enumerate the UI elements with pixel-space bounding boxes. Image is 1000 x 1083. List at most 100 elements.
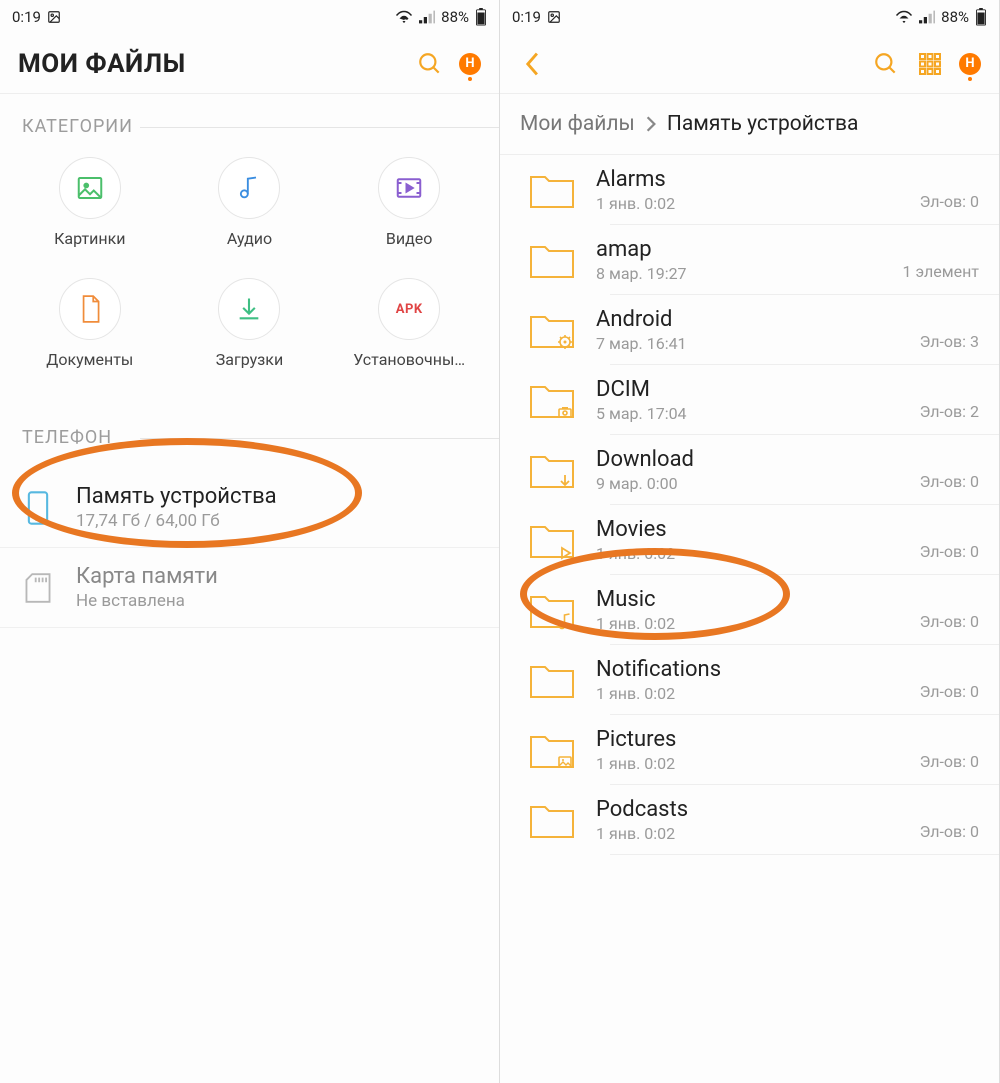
category-video[interactable]: Видео (329, 157, 489, 248)
folder-list[interactable]: Alarms1 янв. 0:02Эл-ов: 0amap8 мар. 19:2… (500, 155, 999, 1083)
category-images[interactable]: Картинки (10, 157, 170, 248)
category-apk[interactable]: APK Установочны… (329, 278, 489, 369)
status-time: 0:19 (512, 8, 541, 26)
category-label: Установочны… (353, 350, 465, 369)
breadcrumb[interactable]: Мои файлы Память устройства (500, 94, 999, 155)
search-button[interactable] (871, 49, 901, 79)
folder-icon (528, 518, 576, 562)
storage-sub: 17,74 Гб / 64,00 Гб (76, 511, 277, 531)
folder-date: 8 мар. 19:27 (596, 264, 883, 283)
folder-icon (528, 378, 576, 422)
audio-icon (235, 174, 263, 202)
folder-count: Эл-ов: 0 (920, 450, 979, 491)
folder-row[interactable]: Movies1 янв. 0:02Эл-ов: 0 (500, 505, 999, 575)
back-button[interactable] (518, 49, 548, 79)
wifi-icon (895, 10, 913, 24)
signal-icon (919, 10, 935, 24)
sd-card-icon (25, 573, 51, 603)
category-downloads[interactable]: Загрузки (170, 278, 330, 369)
picture-indicator-icon (47, 10, 61, 24)
folder-count: Эл-ов: 0 (920, 170, 979, 211)
folder-name: DCIM (596, 377, 900, 402)
folder-date: 1 янв. 0:02 (596, 614, 900, 633)
status-time: 0:19 (12, 8, 41, 26)
folder-date: 1 янв. 0:02 (596, 194, 900, 213)
folder-date: 9 мар. 0:00 (596, 474, 900, 493)
folder-name: Download (596, 447, 900, 472)
folder-name: amap (596, 237, 883, 262)
storage-title: Память устройства (76, 484, 277, 509)
breadcrumb-current: Память устройства (667, 112, 859, 136)
app-title: МОИ ФАЙЛЫ (18, 49, 401, 79)
folder-count: Эл-ов: 3 (920, 310, 979, 351)
status-bar: 0:19 88% (0, 0, 499, 34)
folder-row[interactable]: Alarms1 янв. 0:02Эл-ов: 0 (500, 155, 999, 225)
folder-row[interactable]: Pictures1 янв. 0:02Эл-ов: 0 (500, 715, 999, 785)
battery-icon (975, 8, 987, 26)
categories-grid: Картинки Аудио Видео Документы Загрузки … (0, 157, 499, 399)
folder-count: Эл-ов: 0 (920, 730, 979, 771)
folder-date: 7 мар. 16:41 (596, 334, 900, 353)
folder-date: 1 янв. 0:02 (596, 824, 900, 843)
category-label: Документы (46, 350, 133, 369)
folder-icon (528, 448, 576, 492)
folder-row[interactable]: Notifications1 янв. 0:02Эл-ов: 0 (500, 645, 999, 715)
screen-left: 0:19 88% МОИ ФАЙЛЫ H КАТЕГОРИИ Картинки … (0, 0, 500, 1083)
folder-name: Android (596, 307, 900, 332)
category-label: Аудио (227, 229, 272, 248)
category-audio[interactable]: Аудио (170, 157, 330, 248)
folder-icon (528, 308, 576, 352)
folder-count: Эл-ов: 2 (920, 380, 979, 421)
profile-badge[interactable]: H (459, 53, 481, 75)
folder-row[interactable]: Podcasts 1 янв. 0:02 Эл-ов: 0 (500, 785, 999, 855)
document-icon (77, 294, 103, 324)
category-documents[interactable]: Документы (10, 278, 170, 369)
signal-icon (419, 10, 435, 24)
image-icon (75, 173, 105, 203)
storage-title: Карта памяти (76, 564, 218, 589)
folder-icon (528, 728, 576, 772)
folder-date: 1 янв. 0:02 (596, 684, 900, 703)
battery-percent: 88% (441, 8, 469, 26)
folder-icon (528, 238, 576, 282)
app-header: МОИ ФАЙЛЫ H (0, 34, 499, 94)
storage-sd-card[interactable]: Карта памяти Не вставлена (0, 548, 499, 628)
category-label: Картинки (54, 229, 125, 248)
apk-icon: APK (396, 302, 423, 317)
folder-row[interactable]: amap 8 мар. 19:27 1 элемент (500, 225, 999, 295)
grid-view-button[interactable] (915, 49, 945, 79)
grid-icon (918, 52, 942, 76)
folder-name: Movies (596, 517, 900, 542)
search-icon (417, 51, 443, 77)
folder-row[interactable]: Android 7 мар. 16:41 Эл-ов: 3 (500, 295, 999, 365)
folder-name: Notifications (596, 657, 900, 682)
folder-icon (528, 588, 576, 632)
folder-date: 1 янв. 0:02 (596, 754, 900, 773)
battery-icon (475, 8, 487, 26)
chevron-left-icon (524, 51, 542, 77)
folder-icon (528, 798, 576, 842)
picture-indicator-icon (547, 10, 561, 24)
folder-name: Music (596, 587, 900, 612)
folder-date: 5 мар. 17:04 (596, 404, 900, 423)
search-icon (873, 51, 899, 77)
folder-count: Эл-ов: 0 (920, 800, 979, 841)
storage-sub: Не вставлена (76, 591, 218, 611)
search-button[interactable] (415, 49, 445, 79)
section-categories-label: КАТЕГОРИИ (0, 94, 499, 157)
folder-count: Эл-ов: 0 (920, 520, 979, 561)
breadcrumb-root[interactable]: Мои файлы (520, 112, 635, 136)
wifi-icon (395, 10, 413, 24)
battery-percent: 88% (941, 8, 969, 26)
folder-name: Podcasts (596, 797, 900, 822)
profile-badge[interactable]: H (959, 53, 981, 75)
folder-row[interactable]: Music 1 янв. 0:02 Эл-ов: 0 (500, 575, 999, 645)
folder-row[interactable]: DCIM 5 мар. 17:04 Эл-ов: 2 (500, 365, 999, 435)
category-label: Загрузки (216, 350, 283, 369)
screen-right: 0:19 88% H Мои файлы Память устройства A… (500, 0, 1000, 1083)
folder-count: 1 элемент (903, 240, 979, 281)
folder-count: Эл-ов: 0 (920, 590, 979, 631)
phone-icon (27, 491, 49, 525)
storage-device-memory[interactable]: Память устройства 17,74 Гб / 64,00 Гб (0, 468, 499, 548)
folder-row[interactable]: Download 9 мар. 0:00 Эл-ов: 0 (500, 435, 999, 505)
